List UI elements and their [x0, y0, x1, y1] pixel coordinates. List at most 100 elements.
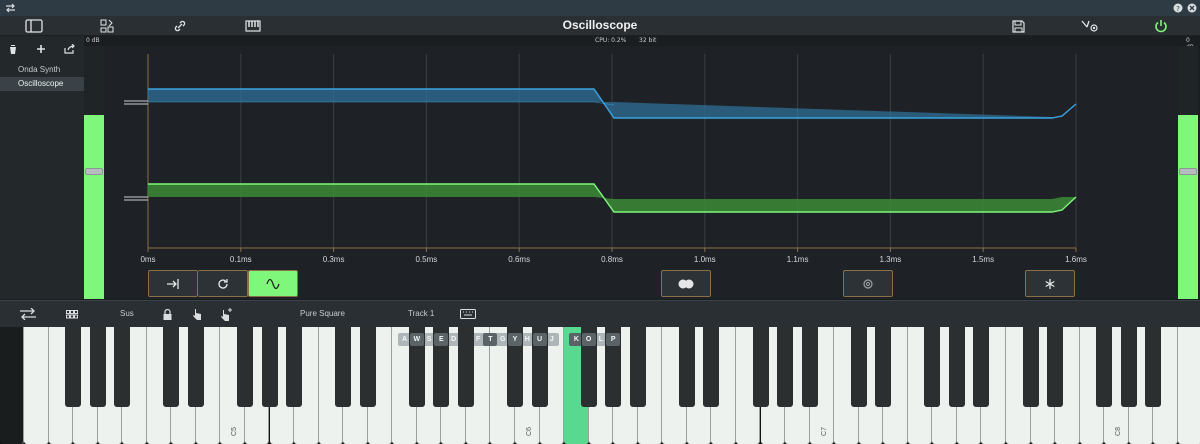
sidebar: Onda Synth Oscilloscope [0, 36, 84, 299]
touch-icon[interactable] [190, 305, 204, 323]
level-meter-left-fill [84, 115, 104, 299]
level-meter-right-handle[interactable] [1179, 168, 1197, 175]
black-key[interactable] [973, 327, 990, 407]
octave-label: C7 [820, 427, 828, 436]
black-key[interactable] [801, 327, 818, 407]
black-key[interactable] [1047, 327, 1064, 407]
sidebar-item-onda-synth[interactable]: Onda Synth [0, 63, 84, 77]
key-hint: T [483, 333, 498, 346]
keyboard-toolbar: Sus Pure Square Track 1 [0, 300, 1200, 327]
black-key[interactable] [1120, 327, 1137, 407]
black-key[interactable] [850, 327, 867, 407]
refresh-button[interactable] [198, 270, 248, 297]
piano-keyboard[interactable]: C5 A S D F G H C6 J K L C7 C8 W E T Y U O P [0, 327, 1200, 444]
level-meter-right-fill [1178, 115, 1198, 299]
status-row: 0 dB CPU: 0.2% 32 bit 0 dB [86, 36, 1194, 51]
x-tick-label: 0.6ms [508, 255, 530, 264]
trash-icon[interactable] [6, 42, 20, 56]
system-titlebar: ? [0, 0, 1200, 16]
sidebar-item-oscilloscope[interactable]: Oscilloscope [0, 77, 84, 91]
black-key[interactable] [65, 327, 82, 407]
black-key[interactable] [114, 327, 131, 407]
x-tick-label: 1.3ms [880, 255, 902, 264]
svg-text:?: ? [1176, 5, 1180, 13]
routing-icon[interactable] [1080, 16, 1100, 36]
piano-edge [0, 327, 24, 444]
black-key[interactable] [163, 327, 180, 407]
black-key[interactable] [777, 327, 794, 407]
settings-button[interactable] [843, 270, 893, 297]
export-icon[interactable] [62, 42, 76, 56]
key-hint: W [409, 333, 424, 346]
black-key[interactable] [752, 327, 769, 407]
waveform-mode-button[interactable] [248, 270, 298, 297]
black-key[interactable] [457, 327, 474, 407]
black-key[interactable] [924, 327, 941, 407]
black-key[interactable] [187, 327, 204, 407]
power-icon[interactable] [1152, 16, 1170, 36]
level-meter-right[interactable] [1178, 46, 1198, 299]
black-key[interactable] [678, 327, 695, 407]
black-key[interactable] [89, 327, 106, 407]
x-tick-label: 0.8ms [601, 255, 623, 264]
swap-arrows-icon[interactable] [4, 2, 16, 14]
x-tick-label: 0.3ms [323, 255, 345, 264]
black-key[interactable] [359, 327, 376, 407]
oscilloscope-plot: 0ms 0.1ms 0.3ms 0.5ms 0.6ms 0.8ms 1.0ms 1.1ms 1.… [124, 54, 1087, 264]
x-tick-label: 1.6ms [1065, 255, 1087, 264]
link-icon[interactable] [172, 16, 188, 36]
help-icon[interactable]: ? [1172, 2, 1184, 14]
x-tick-label: 0ms [140, 255, 155, 264]
black-key[interactable] [948, 327, 965, 407]
black-key[interactable] [335, 327, 352, 407]
sidebar-toggle-icon[interactable] [24, 16, 44, 36]
black-key[interactable] [875, 327, 892, 407]
black-key[interactable] [261, 327, 278, 407]
track-name[interactable]: Track 1 [408, 309, 434, 318]
preset-name[interactable]: Pure Square [300, 309, 345, 318]
black-key[interactable] [236, 327, 253, 407]
close-icon[interactable] [1186, 2, 1198, 14]
add-icon[interactable] [34, 42, 48, 56]
black-key[interactable] [629, 327, 646, 407]
octave-label: C6 [525, 427, 533, 436]
db-left-label: 0 dB [86, 37, 100, 44]
trigger-button[interactable] [148, 270, 198, 297]
black-key[interactable] [703, 327, 720, 407]
octave-label: C8 [1115, 427, 1123, 436]
black-key[interactable] [1145, 327, 1162, 407]
cpu-usage: CPU: 0.2% [595, 37, 627, 44]
grid-icon[interactable] [64, 305, 80, 323]
freeze-button[interactable] [1025, 270, 1075, 297]
piano-icon[interactable] [244, 16, 262, 36]
x-tick-label: 0.5ms [416, 255, 438, 264]
x-tick-label: 1.5ms [972, 255, 994, 264]
app-header: Oscilloscope [0, 16, 1200, 36]
x-tick-label: 0.1ms [230, 255, 252, 264]
key-hint: Y [508, 333, 522, 346]
level-meter-left-handle[interactable] [85, 168, 103, 175]
save-icon[interactable] [1009, 16, 1027, 36]
x-tick-label: 1.1ms [787, 255, 809, 264]
black-key[interactable] [1022, 327, 1039, 407]
bit-depth: 32 bit [639, 37, 657, 44]
key-hint: E [434, 333, 449, 346]
level-meter-left[interactable] [84, 46, 104, 299]
key-hint: U [532, 333, 547, 346]
white-key[interactable] [24, 327, 49, 444]
keyboard-icon[interactable] [459, 305, 477, 323]
lock-icon[interactable] [160, 305, 174, 323]
key-hint: O [581, 333, 596, 346]
sustain-label[interactable]: Sus [120, 309, 134, 318]
octave-label: C5 [231, 427, 239, 436]
touch-plus-icon[interactable] [218, 305, 234, 323]
layout-icon[interactable] [98, 16, 116, 36]
stereo-button[interactable] [661, 270, 711, 297]
key-hint: P [606, 333, 621, 346]
white-key[interactable] [1177, 327, 1200, 444]
black-key[interactable] [1096, 327, 1113, 407]
oscilloscope-display: 0ms 0.1ms 0.3ms 0.5ms 0.6ms 0.8ms 1.0ms 1.1ms 1.… [104, 46, 1178, 299]
black-key[interactable] [286, 327, 303, 407]
swap-icon[interactable] [18, 305, 38, 323]
x-tick-label: 1.0ms [694, 255, 716, 264]
